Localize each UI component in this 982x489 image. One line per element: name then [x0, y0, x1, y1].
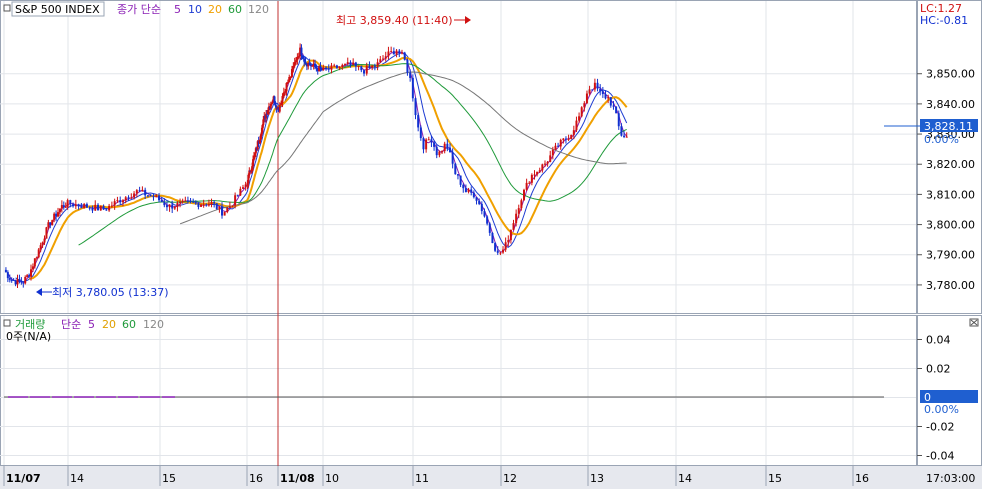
time-tick-label: 12 [503, 472, 517, 485]
price-ma-title: 종가 단순 [117, 3, 161, 16]
ma-period-120: 120 [248, 3, 269, 16]
candle[interactable] [570, 134, 573, 140]
volume-ma-period-120: 120 [143, 318, 164, 331]
candle[interactable] [523, 188, 526, 201]
stock-chart[interactable]: 3,780.00 3,790.00 3,800.00 3,810.00 3,820.00… [0, 0, 982, 489]
price-tick-label: 3,840.00 [926, 98, 975, 111]
time-tick-label: 14 [70, 472, 84, 485]
candle[interactable] [494, 242, 497, 253]
volume-tick-label: -0.02 [926, 421, 954, 434]
volume-ma-period-20: 20 [102, 318, 116, 331]
price-tick-label: 3,780.00 [926, 279, 975, 292]
volume-tick-label: 0.02 [926, 363, 951, 376]
time-tick-label: 11 [415, 472, 429, 485]
time-tick-label: 10 [325, 472, 339, 485]
time-tick-label: 15 [768, 472, 782, 485]
volume-tick-label: 0.04 [926, 334, 951, 347]
time-label: 17:03:00 [926, 472, 975, 485]
price-panel[interactable] [0, 0, 917, 314]
price-tick-label: 3,800.00 [926, 219, 975, 232]
candle[interactable] [45, 226, 48, 239]
time-tick-label: 16 [855, 472, 869, 485]
candle[interactable] [37, 247, 40, 259]
candle[interactable] [215, 202, 218, 210]
candle[interactable] [491, 232, 494, 244]
price-axis-panel [917, 0, 982, 314]
price-tick-label: 3,810.00 [926, 188, 975, 201]
candle[interactable] [301, 55, 304, 60]
candle[interactable] [580, 106, 583, 118]
time-tick-label: 15 [162, 472, 176, 485]
candle[interactable] [454, 162, 457, 175]
candle[interactable] [223, 211, 226, 216]
time-tick-label: 11/07 [6, 472, 41, 485]
time-tick-label: 14 [678, 472, 692, 485]
volume-ma-period-60: 60 [122, 318, 136, 331]
ma-period-20: 20 [208, 3, 222, 16]
symbol-label[interactable]: S&P 500 INDEX [15, 3, 100, 16]
time-tick-label: 13 [590, 472, 604, 485]
candle[interactable] [615, 106, 618, 114]
candle[interactable] [99, 205, 102, 211]
price-tick-label: 3,850.00 [926, 68, 975, 81]
volume-tick-label: -0.04 [926, 450, 954, 463]
time-axis-bar [0, 466, 982, 489]
current-volume-change: 0.00% [924, 403, 959, 416]
price-tick-label: 3,820.00 [926, 158, 975, 171]
candle[interactable] [411, 74, 414, 102]
current-price-value: 3,828.11 [924, 120, 973, 133]
low-annotation-text: 최저 3,780.05 (13:37) [52, 286, 169, 299]
current-price-change: 0.00% [924, 133, 959, 146]
hc-indicator: HC:-0.81 [920, 14, 968, 27]
time-tick-label: 16 [249, 472, 263, 485]
price-tick-label: 3,790.00 [926, 249, 975, 262]
low-annotation: 최저 3,780.05 (13:37) [36, 286, 169, 299]
ma-period-5: 5 [174, 3, 181, 16]
volume-panel[interactable] [0, 315, 917, 466]
candle[interactable] [403, 51, 406, 61]
volume-ma-title: 단순 [61, 318, 81, 331]
volume-value-text: 0주(N/A) [6, 330, 51, 343]
volume-ma-period-5: 5 [88, 318, 95, 331]
candle[interactable] [51, 219, 54, 226]
high-annotation-text: 최고 3,859.40 (11:40) [336, 14, 453, 27]
price-legend: S&P 500 INDEX 종가 단순 5 10 20 60 120 [3, 1, 269, 17]
ma-period-60: 60 [228, 3, 242, 16]
ma-period-10: 10 [188, 3, 202, 16]
time-tick-label: 11/08 [280, 472, 315, 485]
high-annotation: 최고 3,859.40 (11:40) [336, 14, 471, 27]
